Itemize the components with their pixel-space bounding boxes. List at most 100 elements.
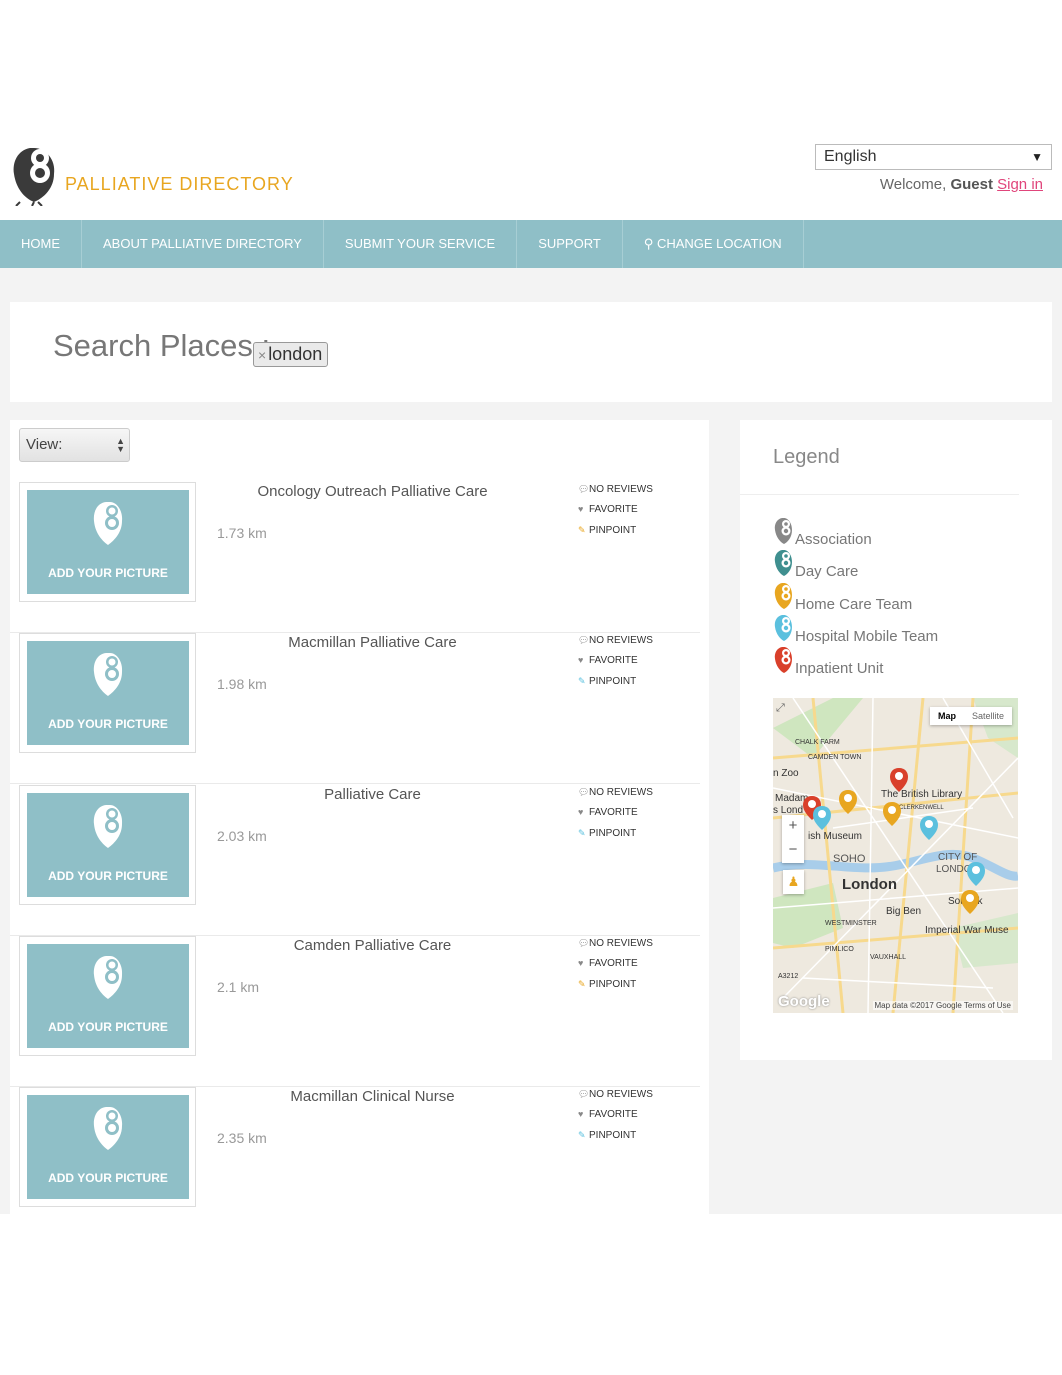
place-title[interactable]: Macmillan Clinical Nurse — [230, 1088, 515, 1105]
legend-item: Hospital Mobile Team — [773, 614, 939, 646]
view-select[interactable]: View: ▲ ▼ — [19, 428, 130, 462]
result-card[interactable]: ADD YOUR PICTURE Palliative Care 2.03 km… — [10, 784, 700, 936]
add-picture-label: ADD YOUR PICTURE — [48, 566, 168, 580]
owl-marker-icon — [773, 582, 793, 614]
nav-support[interactable]: SUPPORT — [517, 220, 623, 268]
result-card[interactable]: ADD YOUR PICTURE Camden Palliative Care … — [10, 935, 700, 1087]
legend-label: Day Care — [795, 563, 859, 581]
reviews-label: NO REVIEWS — [589, 484, 653, 495]
map-marker-icon[interactable] — [839, 790, 857, 814]
favorite-link[interactable]: ♥ FAVORITE — [578, 504, 638, 515]
map-markers — [803, 768, 985, 914]
owl-marker-icon — [773, 646, 793, 678]
place-title[interactable]: Oncology Outreach Palliative Care — [230, 483, 515, 500]
pin-icon: ✎ — [578, 525, 586, 535]
result-card[interactable]: ADD YOUR PICTURE Oncology Outreach Palli… — [10, 482, 700, 633]
pinpoint-label: PINPOINT — [589, 676, 637, 688]
pin-icon: ✎ — [578, 827, 586, 838]
map-marker-icon[interactable] — [920, 816, 938, 840]
language-select[interactable]: English ▼ — [815, 144, 1052, 170]
results-panel: View: ▲ ▼ ADD YOUR PICTURE Oncology Outre… — [10, 420, 709, 1214]
location-map[interactable]: ⤢ Map Satellite CHALK FARM CAMDEN TOWN n… — [773, 698, 1018, 1013]
nav-home[interactable]: HOME — [0, 220, 82, 268]
add-picture-label: ADD YOUR PICTURE — [48, 1171, 168, 1186]
legend-label: Inpatient Unit — [795, 660, 884, 678]
nav-change-location-label: CHANGE LOCATION — [656, 236, 782, 251]
result-card[interactable]: ADD YOUR PICTURE Macmillan Clinical Nurs… — [10, 1087, 700, 1214]
map-attribution[interactable]: Map data ©2017 Google Terms of Use — [872, 1001, 1013, 1010]
map-marker-icon[interactable] — [890, 768, 908, 792]
favorite-link[interactable]: ♥ FAVORITE — [578, 958, 638, 969]
favorite-label: FAVORITE — [589, 1109, 638, 1121]
nav-submit-service[interactable]: SUBMIT YOUR SERVICE — [324, 220, 518, 268]
heart-icon: ♥ — [578, 957, 584, 968]
reviews-link[interactable]: 💬︎NO REVIEWS — [578, 1089, 653, 1100]
add-picture-label: ADD YOUR PICTURE — [48, 868, 168, 883]
picture-frame: ADD YOUR PICTURE — [19, 633, 196, 754]
search-tag[interactable]: × london — [253, 342, 329, 367]
welcome-text: Welcome, Guest Sign in — [880, 176, 1043, 193]
owl-marker-icon — [773, 614, 793, 646]
add-picture-label: ADD YOUR PICTURE — [48, 1019, 168, 1034]
pinpoint-label: PINPOINT — [589, 978, 637, 990]
pinpoint-link[interactable]: ✎ PINPOINT — [578, 525, 636, 536]
reviews-label: NO REVIEWS — [589, 786, 653, 798]
map-marker-icon[interactable] — [813, 806, 831, 830]
main-nav: HOME ABOUT PALLIATIVE DIRECTORY SUBMIT Y… — [0, 220, 1062, 268]
map-marker-icon[interactable] — [883, 802, 901, 826]
site-logo[interactable]: PALLIATIVE DIRECTORY — [10, 144, 293, 206]
select-arrows-icon: ▲ ▼ — [116, 436, 125, 454]
chevron-down-icon: ▼ — [1031, 150, 1043, 164]
reviews-label: NO REVIEWS — [589, 635, 653, 647]
add-picture-button[interactable]: ADD YOUR PICTURE — [27, 490, 189, 594]
sign-in-link[interactable]: Sign in — [997, 176, 1043, 193]
page: PALLIATIVE DIRECTORY English ▼ Welcome, … — [0, 0, 1062, 1375]
remove-tag-icon[interactable]: × — [258, 347, 266, 363]
owl-placeholder-icon — [93, 502, 123, 545]
pinpoint-link[interactable]: ✎ PINPOINT — [578, 828, 636, 839]
nav-about[interactable]: ABOUT PALLIATIVE DIRECTORY — [82, 220, 324, 268]
pinpoint-label: PINPOINT — [589, 525, 637, 536]
owl-marker-icon — [773, 549, 793, 581]
welcome-prefix: Welcome, — [879, 176, 947, 193]
site-header: PALLIATIVE DIRECTORY English ▼ Welcome, … — [0, 138, 1062, 220]
place-distance: 1.98 km — [217, 676, 267, 693]
search-panel: Search Places : × london — [10, 302, 1052, 402]
heart-icon: ♥ — [578, 806, 584, 817]
reviews-link[interactable]: 💬︎NO REVIEWS — [578, 635, 653, 646]
reviews-link[interactable]: 💬︎NO REVIEWS — [578, 938, 653, 949]
search-title: Search Places : — [53, 328, 271, 363]
favorite-link[interactable]: ♥ FAVORITE — [578, 655, 638, 666]
reviews-link[interactable]: 💬︎NO REVIEWS — [578, 484, 653, 495]
place-title[interactable]: Macmillan Palliative Care — [230, 634, 515, 651]
result-card[interactable]: ADD YOUR PICTURE Macmillan Palliative Ca… — [10, 633, 700, 785]
legend-label: Hospital Mobile Team — [795, 627, 939, 645]
pinpoint-link[interactable]: ✎ PINPOINT — [578, 676, 636, 687]
place-title[interactable]: Camden Palliative Care — [230, 937, 515, 954]
pinpoint-link[interactable]: ✎ PINPOINT — [578, 979, 636, 990]
comments-icon: 💬︎ — [578, 635, 590, 646]
legend-label: Home Care Team — [795, 595, 913, 613]
legend-title: Legend — [773, 446, 840, 468]
reviews-label: NO REVIEWS — [589, 1089, 653, 1101]
add-picture-button[interactable]: ADD YOUR PICTURE — [27, 792, 189, 897]
map-marker-icon[interactable] — [961, 890, 979, 914]
owl-placeholder-icon — [93, 804, 123, 848]
add-picture-button[interactable]: ADD YOUR PICTURE — [27, 943, 189, 1048]
pin-icon: ✎ — [578, 1130, 586, 1141]
favorite-label: FAVORITE — [589, 655, 638, 667]
owl-placeholder-icon — [93, 1107, 123, 1151]
pinpoint-link[interactable]: ✎ PINPOINT — [578, 1130, 636, 1141]
favorite-link[interactable]: ♥ FAVORITE — [578, 1109, 638, 1120]
legend-item: Home Care Team — [773, 582, 913, 614]
map-marker-icon[interactable] — [967, 862, 985, 886]
reviews-link[interactable]: 💬︎NO REVIEWS — [578, 787, 653, 798]
place-title[interactable]: Palliative Care — [230, 786, 515, 803]
favorite-link[interactable]: ♥ FAVORITE — [578, 807, 638, 818]
place-distance: 2.1 km — [217, 978, 260, 995]
owl-marker-icon — [773, 517, 793, 549]
add-picture-button[interactable]: ADD YOUR PICTURE — [27, 1095, 189, 1200]
nav-change-location[interactable]: ⚲ CHANGE LOCATION — [623, 220, 804, 268]
add-picture-button[interactable]: ADD YOUR PICTURE — [27, 641, 189, 746]
place-distance: 2.35 km — [217, 1130, 267, 1147]
